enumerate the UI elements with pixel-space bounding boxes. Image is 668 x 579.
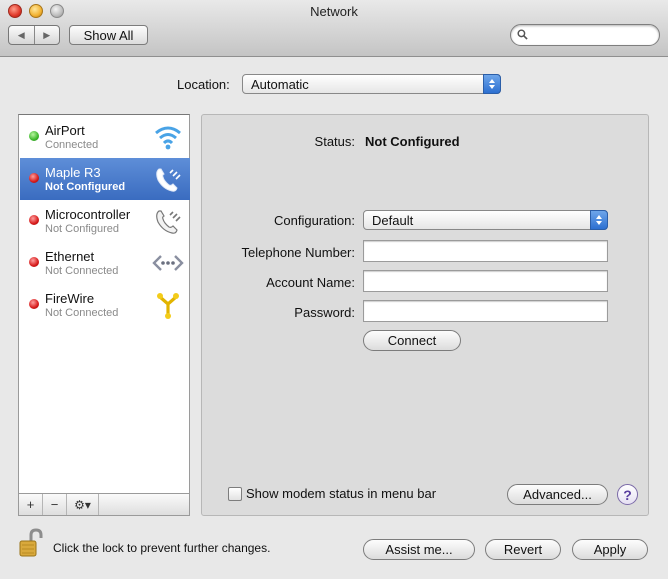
assist-me-button[interactable]: Assist me... xyxy=(363,539,475,560)
help-button[interactable]: ? xyxy=(617,484,638,505)
configuration-label: Configuration: xyxy=(274,213,355,228)
apply-button[interactable]: Apply xyxy=(572,539,648,560)
ethernet-icon xyxy=(152,255,184,271)
status-indicator-icon xyxy=(29,257,39,267)
configuration-popup[interactable]: Default xyxy=(363,210,608,230)
service-item-microcontroller[interactable]: Microcontroller Not Configured xyxy=(20,200,190,242)
telephone-number-field[interactable] xyxy=(363,240,608,262)
location-value: Automatic xyxy=(251,76,309,92)
modem-phone-icon xyxy=(156,210,181,234)
service-item-maple-r3[interactable]: Maple R3 Not Configured xyxy=(20,158,190,200)
service-status: Not Connected xyxy=(45,265,119,277)
service-item-airport[interactable]: AirPort Connected xyxy=(20,116,190,158)
password-label: Password: xyxy=(294,305,355,320)
forward-arrow-icon: ▶ xyxy=(43,29,51,40)
title-toolbar: Network ◀ ▶ Show All xyxy=(0,0,668,57)
password-field[interactable] xyxy=(363,300,608,322)
password-input[interactable] xyxy=(364,301,607,321)
service-status: Not Connected xyxy=(45,307,119,319)
forward-button[interactable]: ▶ xyxy=(35,26,60,44)
popup-arrows-icon xyxy=(483,74,501,94)
configuration-value: Default xyxy=(372,212,414,228)
status-indicator-icon xyxy=(29,173,39,183)
search-icon xyxy=(517,29,528,40)
lock-message: Click the lock to prevent further change… xyxy=(53,541,271,555)
gear-icon: ⚙▾ xyxy=(74,497,91,512)
connect-button[interactable]: Connect xyxy=(363,330,461,351)
modem-phone-icon xyxy=(156,168,181,192)
search-input[interactable] xyxy=(533,27,653,43)
telephone-number-label: Telephone Number: xyxy=(241,245,355,260)
popup-arrows-icon xyxy=(590,210,608,230)
location-popup[interactable]: Automatic xyxy=(242,74,501,94)
service-status: Not Configured xyxy=(45,181,126,193)
account-name-input[interactable] xyxy=(364,271,607,291)
location-label: Location: xyxy=(177,77,230,92)
add-service-button[interactable]: + xyxy=(19,494,43,515)
status-indicator-icon xyxy=(29,215,39,225)
service-name: AirPort xyxy=(45,123,85,138)
show-modem-status-checkbox[interactable] xyxy=(228,487,242,501)
firewire-icon xyxy=(157,293,179,319)
back-button[interactable]: ◀ xyxy=(9,26,35,44)
back-forward-control: ◀ ▶ xyxy=(8,25,60,45)
advanced-button[interactable]: Advanced... xyxy=(507,484,608,505)
gear-menu-button[interactable]: ⚙▾ xyxy=(67,494,99,515)
service-name: FireWire xyxy=(45,291,95,306)
service-item-ethernet[interactable]: Ethernet Not Connected xyxy=(20,242,190,284)
show-all-button[interactable]: Show All xyxy=(69,25,148,45)
window-title: Network xyxy=(310,4,358,19)
service-name: Microcontroller xyxy=(45,207,131,222)
status-indicator-icon xyxy=(29,131,39,141)
lock-open-icon[interactable] xyxy=(18,528,44,558)
status-label: Status: xyxy=(314,134,355,149)
service-list-toolbar: + − ⚙▾ xyxy=(18,494,190,516)
service-status: Not Configured xyxy=(45,223,119,235)
service-list: AirPort Connected Maple R3 Not Configure… xyxy=(18,114,190,494)
back-arrow-icon: ◀ xyxy=(17,29,25,40)
status-value: Not Configured xyxy=(365,134,460,149)
status-indicator-icon xyxy=(29,299,39,309)
service-status: Connected xyxy=(45,139,99,151)
service-name: Maple R3 xyxy=(45,165,101,180)
account-name-label: Account Name: xyxy=(266,275,355,290)
service-item-firewire[interactable]: FireWire Not Connected xyxy=(20,284,190,326)
revert-button[interactable]: Revert xyxy=(485,539,561,560)
remove-service-button[interactable]: − xyxy=(43,494,67,515)
telephone-number-input[interactable] xyxy=(364,241,607,261)
service-name: Ethernet xyxy=(45,249,95,264)
wifi-icon xyxy=(155,126,181,150)
show-modem-status-label: Show modem status in menu bar xyxy=(246,486,437,501)
account-name-field[interactable] xyxy=(363,270,608,292)
search-field[interactable] xyxy=(510,24,660,46)
